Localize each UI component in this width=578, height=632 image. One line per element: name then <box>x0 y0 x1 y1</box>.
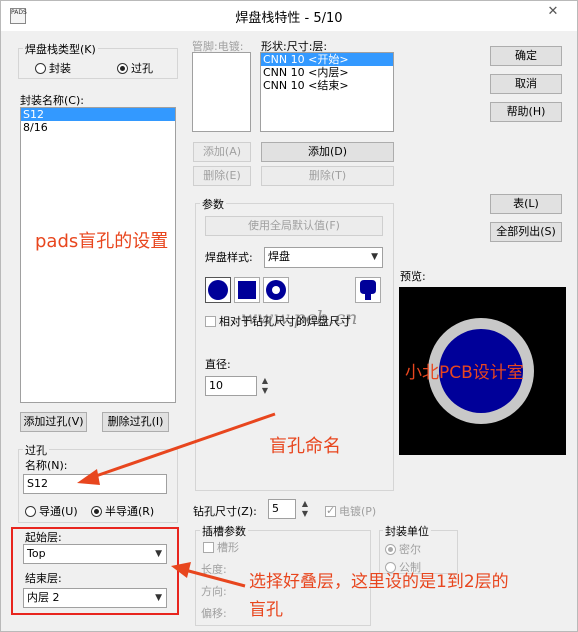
arrowhead-icon <box>171 562 191 578</box>
arrowhead-icon <box>77 469 100 485</box>
arrow-to-layer-selection <box>184 568 246 588</box>
pad-stack-dialog: PADS 焊盘栈特性 - 5/10 ✕ 焊盘栈类型(K) 封装 过孔 封装名称(… <box>0 0 578 632</box>
arrow-to-via-name <box>92 412 276 479</box>
annotation-arrows <box>77 412 276 588</box>
